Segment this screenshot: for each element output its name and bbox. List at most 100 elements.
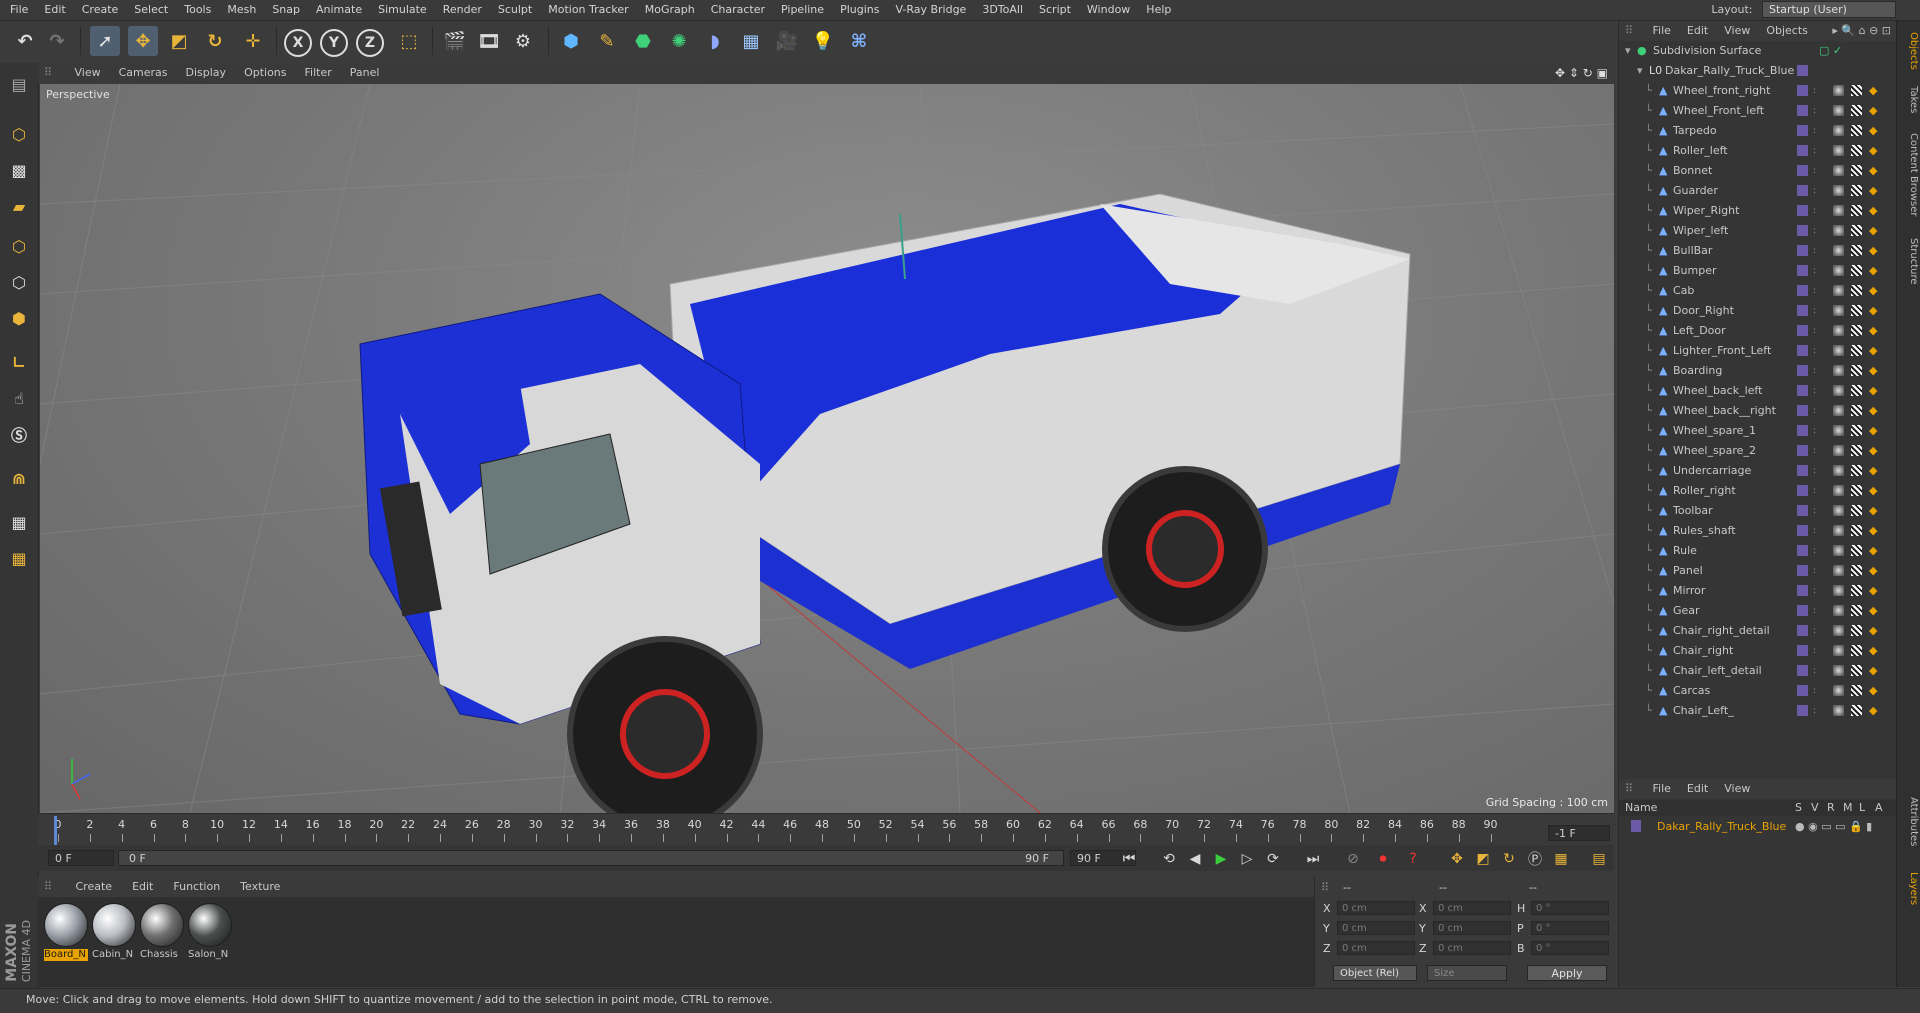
key-pla-icon[interactable]: ▦	[1550, 849, 1572, 869]
material-swatch[interactable]: Cabin_N	[92, 903, 136, 961]
tab-layers[interactable]: Layers	[1899, 867, 1919, 911]
record-icon[interactable]: ⊘	[1342, 849, 1364, 869]
menu-snap[interactable]: Snap	[264, 0, 308, 20]
undo-icon[interactable]: ↶	[10, 26, 40, 56]
visibility-dots-icon[interactable]: :	[1813, 641, 1816, 661]
polygons-mode-icon[interactable]: ⬢	[4, 303, 34, 333]
enabled-check-icon[interactable]: ▢ ✓	[1819, 41, 1842, 61]
object-name[interactable]: Chair_left_detail	[1673, 661, 1762, 681]
object-menu-view[interactable]: View	[1716, 21, 1758, 41]
object-name[interactable]: Left_Door	[1673, 321, 1726, 341]
extra-tag-icon[interactable]: ◆	[1869, 501, 1877, 521]
material-tag-icon[interactable]	[1833, 245, 1844, 256]
object-row[interactable]: └ ▲ Wheel_back__right: ◆	[1619, 401, 1897, 421]
visibility-dots-icon[interactable]: :	[1813, 521, 1816, 541]
floor-scene-icon[interactable]: ▦	[736, 26, 766, 56]
extra-tag-icon[interactable]: ◆	[1869, 221, 1877, 241]
checker-tag-icon[interactable]	[1851, 225, 1862, 236]
checker-tag-icon[interactable]	[1851, 685, 1862, 696]
visibility-dots-icon[interactable]: :	[1813, 561, 1816, 581]
object-name[interactable]: Wheel_back__right	[1673, 401, 1776, 421]
magnet-icon[interactable]: ⋒	[4, 463, 34, 493]
material-tag-icon[interactable]	[1833, 185, 1844, 196]
object-row[interactable]: └ ▲ Wheel_spare_1: ◆	[1619, 421, 1897, 441]
menu-3dtoall[interactable]: 3DToAll	[974, 0, 1031, 20]
object-row[interactable]: └ ▲ Wiper_Right: ◆	[1619, 201, 1897, 221]
object-name[interactable]: Roller_left	[1673, 141, 1728, 161]
menu-simulate[interactable]: Simulate	[370, 0, 435, 20]
menu-animate[interactable]: Animate	[308, 0, 370, 20]
checker-tag-icon[interactable]	[1851, 425, 1862, 436]
visibility-dots-icon[interactable]: :	[1813, 301, 1816, 321]
texture-mode-icon[interactable]: ▩	[4, 155, 34, 185]
object-name[interactable]: Rules_shaft	[1673, 521, 1736, 541]
expand-icon[interactable]: ▾	[1637, 61, 1643, 81]
material-tag-icon[interactable]	[1833, 665, 1844, 676]
cube-primitive-icon[interactable]: ⬢	[556, 26, 586, 56]
render-settings-icon[interactable]: ⚙	[508, 26, 538, 56]
material-tag-icon[interactable]	[1833, 685, 1844, 696]
checker-tag-icon[interactable]	[1851, 525, 1862, 536]
visibility-dots-icon[interactable]: :	[1813, 261, 1816, 281]
material-tag-icon[interactable]	[1833, 445, 1844, 456]
visibility-dots-icon[interactable]: :	[1813, 381, 1816, 401]
visibility-dots-icon[interactable]: :	[1813, 241, 1816, 261]
render-picture-viewer-icon[interactable]: 🎞	[474, 26, 504, 56]
material-tag-icon[interactable]	[1833, 365, 1844, 376]
object-name[interactable]: Wiper_Right	[1673, 201, 1739, 221]
object-menu-edit[interactable]: Edit	[1679, 21, 1716, 41]
x-axis-button[interactable]: X	[284, 29, 312, 57]
visibility-dots-icon[interactable]: :	[1813, 441, 1816, 461]
object-name[interactable]: Gear	[1673, 601, 1700, 621]
material-tag-icon[interactable]	[1833, 605, 1844, 616]
object-row[interactable]: └ ▲ Wheel_Front_left: ◆	[1619, 101, 1897, 121]
extra-tag-icon[interactable]: ◆	[1869, 201, 1877, 221]
object-name[interactable]: Panel	[1673, 561, 1703, 581]
object-row[interactable]: └ ▲ Bonnet: ◆	[1619, 161, 1897, 181]
layer-flag-icons[interactable]: ● ◉ ▭ ▭ 🔒 ▮	[1795, 820, 1872, 833]
menu-create[interactable]: Create	[74, 0, 127, 20]
object-row[interactable]: └ ▲ Toolbar: ◆	[1619, 501, 1897, 521]
checker-tag-icon[interactable]	[1851, 465, 1862, 476]
object-name[interactable]: Cab	[1673, 281, 1694, 301]
previous-frame-icon[interactable]: ◀	[1184, 849, 1206, 869]
visibility-dots-icon[interactable]: :	[1813, 621, 1816, 641]
visibility-dots-icon[interactable]: :	[1813, 701, 1816, 721]
checker-tag-icon[interactable]	[1851, 605, 1862, 616]
checker-tag-icon[interactable]	[1851, 565, 1862, 576]
checker-tag-icon[interactable]	[1851, 365, 1862, 376]
subdivision-generator-icon[interactable]: ⬣	[628, 26, 658, 56]
tab-takes[interactable]: Takes	[1899, 83, 1919, 117]
timeline-menu-icon[interactable]: ▤	[1588, 849, 1610, 869]
layout-dropdown[interactable]: Startup (User)	[1762, 1, 1896, 18]
menu-window[interactable]: Window	[1079, 0, 1138, 20]
checker-tag-icon[interactable]	[1851, 325, 1862, 336]
checker-tag-icon[interactable]	[1851, 405, 1862, 416]
checker-tag-icon[interactable]	[1851, 165, 1862, 176]
workplane-icon[interactable]: ▰	[4, 191, 34, 221]
checker-tag-icon[interactable]	[1851, 265, 1862, 276]
deformer-icon[interactable]: ◗	[700, 26, 730, 56]
camera-icon[interactable]: 🎥	[772, 26, 802, 56]
object-name[interactable]: Chair_right_detail	[1673, 621, 1770, 641]
visibility-dots-icon[interactable]: :	[1813, 141, 1816, 161]
checker-tag-icon[interactable]	[1851, 305, 1862, 316]
object-row[interactable]: └ ▲ Chair_Left_: ◆	[1619, 701, 1897, 721]
extra-tag-icon[interactable]: ◆	[1869, 421, 1877, 441]
extra-tag-icon[interactable]: ◆	[1869, 581, 1877, 601]
menu-motion-tracker[interactable]: Motion Tracker	[540, 0, 636, 20]
play-icon[interactable]: ▶	[1210, 849, 1232, 869]
checker-tag-icon[interactable]	[1851, 285, 1862, 296]
checker-tag-icon[interactable]	[1851, 105, 1862, 116]
object-name[interactable]: Bumper	[1673, 261, 1717, 281]
layer-menu-edit[interactable]: Edit	[1679, 779, 1716, 799]
layer-name[interactable]: Dakar_Rally_Truck_Blue	[1657, 820, 1786, 833]
object-name[interactable]: Dakar_Rally_Truck_Blue	[1665, 61, 1794, 81]
rotation-p-field[interactable]: 0 °	[1531, 921, 1609, 935]
size-x-field[interactable]: 0 cm	[1433, 901, 1511, 915]
menu-mesh[interactable]: Mesh	[219, 0, 264, 20]
object-row[interactable]: └ ▲ Chair_right_detail: ◆	[1619, 621, 1897, 641]
points-mode-icon[interactable]: ⬡	[4, 231, 34, 261]
tab-content-browser[interactable]: Content Browser	[1899, 125, 1919, 225]
material-tag-icon[interactable]	[1833, 485, 1844, 496]
